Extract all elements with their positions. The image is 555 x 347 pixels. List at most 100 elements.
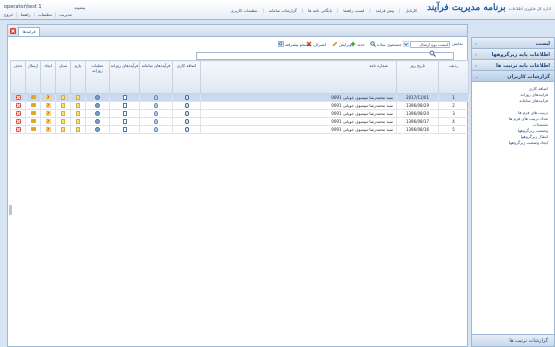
drop-icon[interactable] — [154, 126, 158, 132]
document-icon[interactable] — [61, 110, 65, 116]
calendar-icon[interactable] — [122, 94, 127, 100]
menu-item-guide[interactable]: لیست راهنما — [343, 8, 364, 13]
send-icon[interactable] — [30, 119, 36, 123]
hand-icon[interactable] — [184, 126, 189, 132]
table-row[interactable]: ? سید محمدرضا موسوی خوبانی 9091 1396/08/29… — [10, 101, 469, 110]
table-body: ? سید محمدرضا موسوی خوبانی 9091 2017/11/01… — [10, 93, 469, 134]
drop-icon[interactable] — [154, 94, 158, 100]
new-button[interactable]: جدید — [350, 41, 365, 47]
table-row[interactable]: ? سید محمدرضا موسوی خوبانی 9091 1396/08/20… — [10, 109, 469, 118]
table-cell — [55, 117, 71, 126]
edit-button[interactable]: ویرایش — [332, 41, 352, 47]
col-daily-process[interactable]: فرآیندهای روزانه — [109, 60, 140, 94]
help-icon[interactable]: ? — [45, 119, 51, 124]
hand-icon[interactable] — [184, 118, 189, 124]
help-icon[interactable]: ? — [45, 103, 51, 108]
help-icon[interactable]: ? — [45, 127, 51, 132]
gear-icon[interactable] — [95, 94, 100, 100]
advanced-search-button[interactable]: جستجو پیشرفته — [278, 41, 312, 47]
sidebar-item-create-status[interactable]: ایجاد وضعیت زیرگروهها — [472, 139, 554, 145]
col-row[interactable]: ردیف — [438, 60, 469, 94]
sidebar-footer-order-reports[interactable]: گزارشات ترتیب ها — [472, 334, 554, 346]
simple-search-button[interactable]: جستجوی ساده — [370, 41, 402, 47]
col-number[interactable]: شماره نامه — [200, 60, 397, 94]
document-icon[interactable] — [61, 118, 65, 124]
col-daily-ops[interactable]: عملیات روزانه — [85, 60, 110, 94]
drop-icon[interactable] — [154, 110, 158, 116]
table-row[interactable]: ? سید محمدرضا موسوی خوبانی 9091 1396/08/16… — [10, 125, 469, 134]
document-icon[interactable] — [61, 94, 65, 100]
filter-select[interactable]: لیست نوع ارسال — [410, 41, 450, 48]
menu-item-archive[interactable]: بایگانی نامه ها — [308, 8, 332, 13]
menu-item-reports[interactable]: گزارشات سامانه — [269, 8, 297, 13]
date-cell: 1396/08/16 — [396, 125, 439, 134]
help-icon[interactable]: ? — [45, 111, 51, 116]
resize-handle[interactable] — [9, 205, 12, 215]
calendar-icon[interactable] — [122, 118, 127, 124]
help-link[interactable]: راهنما — [21, 12, 31, 17]
calendar-icon[interactable] — [122, 110, 127, 116]
settings-link[interactable]: تنظیمات — [38, 12, 52, 17]
hand-icon[interactable] — [184, 110, 189, 116]
document-icon[interactable] — [76, 118, 80, 124]
sidebar-section-user-reports[interactable]: ⌄ گزارشات کاربران — [472, 71, 554, 82]
delete-icon[interactable] — [15, 102, 21, 108]
send-icon[interactable] — [30, 127, 36, 131]
document-icon[interactable] — [76, 126, 80, 132]
document-icon[interactable] — [76, 94, 80, 100]
document-icon[interactable] — [76, 102, 80, 108]
calendar-icon[interactable] — [122, 126, 127, 132]
col-paro[interactable]: پارو — [70, 60, 86, 94]
admin-link[interactable]: مدیریت — [59, 12, 72, 17]
delete-icon[interactable] — [15, 118, 21, 124]
logout-link[interactable]: خروج — [4, 12, 13, 17]
col-date[interactable]: تاریخ روز — [396, 60, 439, 94]
send-icon[interactable] — [30, 95, 36, 99]
section-label: لیست — [535, 41, 550, 47]
logo-title: اداره کل فناوری اطلاعات برنامه مدیریت فر… — [421, 3, 551, 13]
col-delete[interactable]: حذف — [10, 60, 26, 94]
col-overtime[interactable]: اضافه کاری — [172, 60, 201, 94]
send-icon[interactable] — [30, 111, 36, 115]
filter-dropdown-button[interactable] — [403, 41, 409, 47]
document-icon[interactable] — [61, 126, 65, 132]
delete-icon[interactable] — [15, 94, 21, 100]
sidebar-section-subgroups[interactable]: › اطلاعات پایه زیرگروهها — [472, 49, 554, 60]
hand-icon[interactable] — [184, 94, 189, 100]
sidebar-section-list[interactable]: › لیست — [472, 38, 554, 49]
gear-icon[interactable] — [95, 110, 100, 116]
menu-item-preprocess[interactable]: پیش فرایند — [376, 8, 394, 13]
close-all-icon[interactable] — [10, 28, 16, 34]
help-icon[interactable]: ? — [45, 95, 51, 100]
document-icon[interactable] — [76, 110, 80, 116]
table-row[interactable]: ? سید محمدرضا موسوی خوبانی 9091 1396/08/17… — [10, 117, 469, 126]
send-icon[interactable] — [30, 103, 36, 107]
document-icon[interactable] — [61, 102, 65, 108]
tab-processes[interactable]: فرایندها — [18, 27, 40, 36]
table-cell — [25, 109, 41, 118]
gear-icon[interactable] — [95, 118, 100, 124]
top-menu: تنظیمات کاربری | گزارشات سامانه | بایگانی … — [231, 8, 417, 13]
delete-icon[interactable] — [15, 126, 21, 132]
title-cell: سید محمدرضا موسوی خوبانی 9091 — [200, 101, 397, 110]
menu-separator: | — [301, 8, 304, 13]
prefix-selector[interactable]: پیشوند — [74, 5, 85, 10]
calendar-icon[interactable] — [122, 102, 127, 108]
table-row[interactable]: ? سید محمدرضا موسوی خوبانی 9091 2017/11/01… — [10, 93, 469, 102]
hand-icon[interactable] — [184, 102, 189, 108]
drop-icon[interactable] — [154, 102, 158, 108]
col-create[interactable]: ایجاد — [40, 60, 56, 94]
row-number: 9091 — [331, 103, 342, 108]
gear-icon[interactable] — [95, 126, 100, 132]
col-send[interactable]: ارسال — [25, 60, 41, 94]
menu-item-inbox[interactable]: کارتابل — [405, 8, 417, 13]
search-input[interactable] — [196, 52, 454, 60]
col-convert[interactable]: تبدیل — [55, 60, 71, 94]
col-system-process[interactable]: فرآیندهای سامانه — [139, 60, 173, 94]
gear-icon[interactable] — [95, 102, 100, 108]
sidebar-section-orders[interactable]: › اطلاعات پایه ترتیب ها — [472, 60, 554, 71]
delete-icon[interactable] — [15, 110, 21, 116]
search-icon[interactable] — [429, 50, 436, 57]
drop-icon[interactable] — [154, 118, 158, 124]
menu-item-settings[interactable]: تنظیمات کاربری — [231, 8, 258, 13]
